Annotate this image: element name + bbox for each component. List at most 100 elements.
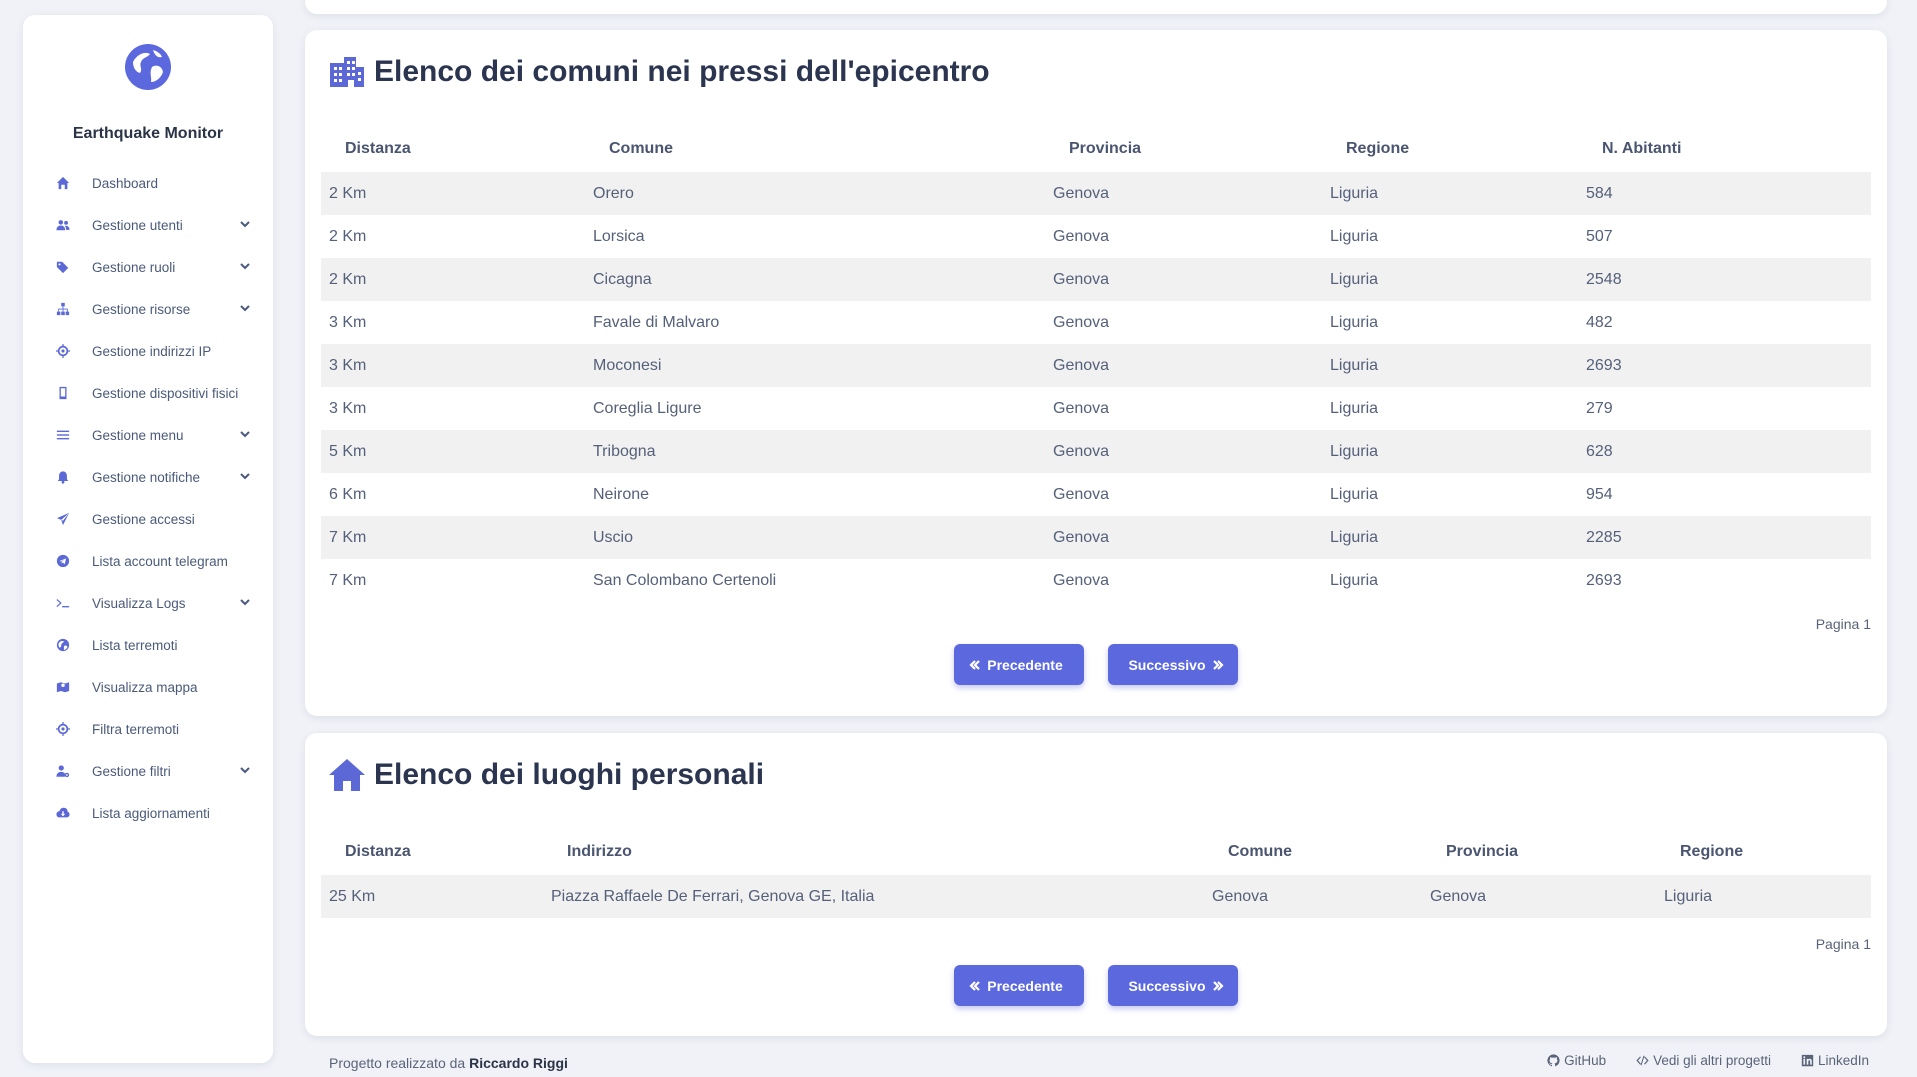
sidebar-item-filtra-terremoti[interactable]: Filtra terremoti bbox=[23, 708, 273, 750]
column-header-indirizzo[interactable]: Indirizzo bbox=[543, 829, 1204, 875]
chevron-down-icon[interactable] bbox=[239, 470, 251, 482]
comuni-title: Elenco dei comuni nei pressi dell'epicen… bbox=[328, 55, 990, 89]
cell-regione: Liguria bbox=[1322, 516, 1578, 559]
footer-links: GitHub Vedi gli altri progetti LinkedIn bbox=[1547, 1053, 1869, 1068]
sidebar-item-gestione-filtri[interactable]: Gestione filtri bbox=[23, 750, 273, 792]
cell-comune: Coreglia Ligure bbox=[593, 399, 702, 417]
table-row: 3 Km Favale di Malvaro Genova Liguria 482 bbox=[321, 301, 1871, 344]
column-header-regione[interactable]: Regione bbox=[1656, 829, 1871, 875]
other-projects-label: Vedi gli altri progetti bbox=[1653, 1053, 1771, 1068]
cell-regione: Liguria bbox=[1322, 344, 1578, 387]
cell-abitanti: 2693 bbox=[1578, 344, 1871, 387]
sidebar-item-label: Gestione dispositivi fisici bbox=[92, 385, 239, 401]
table-row: 7 Km Uscio Genova Liguria 2285 bbox=[321, 516, 1871, 559]
chevron-down-icon[interactable] bbox=[239, 596, 251, 608]
footer-prefix: Progetto realizzato da bbox=[329, 1055, 466, 1071]
cell-provincia: Genova bbox=[1045, 516, 1322, 559]
column-header-abitanti[interactable]: N. Abitanti bbox=[1578, 126, 1871, 172]
chevron-down-icon[interactable] bbox=[239, 218, 251, 230]
sidebar-item-gestione-dispositivi-fisici[interactable]: Gestione dispositivi fisici bbox=[23, 372, 273, 414]
table-row: 2 Km Cicagna Genova Liguria 2548 bbox=[321, 258, 1871, 301]
sidebar-item-gestione-indirizzi-ip[interactable]: Gestione indirizzi IP bbox=[23, 330, 273, 372]
table-header-row: Distanza Comune Provincia Regione N. Abi… bbox=[321, 126, 1871, 172]
sidebar-item-gestione-accessi[interactable]: Gestione accessi bbox=[23, 498, 273, 540]
sidebar-item-label: Visualizza Logs bbox=[92, 595, 186, 611]
sidebar-item-lista-aggiornamenti[interactable]: Lista aggiornamenti bbox=[23, 792, 273, 834]
bars-icon bbox=[55, 427, 71, 443]
code-icon bbox=[1636, 1055, 1649, 1066]
double-chevron-right-icon bbox=[1212, 659, 1224, 670]
sidebar-item-visualizza-logs[interactable]: Visualizza Logs bbox=[23, 582, 273, 624]
next-page-button[interactable]: Successivo bbox=[1108, 644, 1238, 685]
cell-provincia: Genova bbox=[1053, 227, 1110, 245]
globe-icon bbox=[55, 637, 71, 653]
earth-globe-logo-icon[interactable] bbox=[123, 42, 173, 92]
chevron-down-icon[interactable] bbox=[239, 428, 251, 440]
column-header-distanza[interactable]: Distanza bbox=[321, 126, 585, 172]
footer-author-link[interactable]: Riccardo Riggi bbox=[469, 1055, 568, 1071]
footer: Progetto realizzato da Riccardo Riggi Gi… bbox=[329, 1053, 1869, 1071]
table-row: 3 Km Coreglia Ligure Genova Liguria 279 bbox=[321, 387, 1871, 430]
map-icon bbox=[55, 679, 71, 695]
next-page-button[interactable]: Successivo bbox=[1108, 965, 1238, 1006]
prev-page-button[interactable]: Precedente bbox=[954, 965, 1084, 1006]
column-header-regione[interactable]: Regione bbox=[1322, 126, 1578, 172]
linkedin-link[interactable]: LinkedIn bbox=[1801, 1053, 1869, 1068]
double-chevron-right-icon bbox=[1212, 980, 1224, 991]
sidebar-item-gestione-risorse[interactable]: Gestione risorse bbox=[23, 288, 273, 330]
column-header-provincia[interactable]: Provincia bbox=[1045, 126, 1322, 172]
sidebar-item-lista-terremoti[interactable]: Lista terremoti bbox=[23, 624, 273, 666]
table-row: 3 Km Moconesi Genova Liguria 2693 bbox=[321, 344, 1871, 387]
sidebar-item-dashboard[interactable]: Dashboard bbox=[23, 162, 273, 204]
column-header-provincia[interactable]: Provincia bbox=[1422, 829, 1656, 875]
sidebar-item-visualizza-mappa[interactable]: Visualizza mappa bbox=[23, 666, 273, 708]
chevron-down-icon[interactable] bbox=[239, 302, 251, 314]
sidebar-item-gestione-utenti[interactable]: Gestione utenti bbox=[23, 204, 273, 246]
cell-provincia: Genova bbox=[1045, 430, 1322, 473]
paper-plane-icon bbox=[55, 511, 71, 527]
sidebar-item-gestione-menu[interactable]: Gestione menu bbox=[23, 414, 273, 456]
sidebar-item-label: Gestione ruoli bbox=[92, 259, 176, 275]
sidebar-item-gestione-ruoli[interactable]: Gestione ruoli bbox=[23, 246, 273, 288]
column-header-comune[interactable]: Comune bbox=[585, 126, 1045, 172]
column-header-comune[interactable]: Comune bbox=[1204, 829, 1422, 875]
luoghi-table: Distanza Indirizzo Comune Provincia Regi… bbox=[321, 829, 1871, 918]
luoghi-card: Elenco dei luoghi personali Distanza Ind… bbox=[305, 733, 1887, 1036]
cell-comune: Tribogna bbox=[585, 430, 1045, 473]
sidebar-item-label: Gestione indirizzi IP bbox=[92, 343, 212, 359]
github-link[interactable]: GitHub bbox=[1547, 1053, 1606, 1068]
sidebar-item-lista-account-telegram[interactable]: Lista account telegram bbox=[23, 540, 273, 582]
cell-distanza: 3 Km bbox=[329, 313, 367, 331]
other-projects-link[interactable]: Vedi gli altri progetti bbox=[1636, 1053, 1771, 1068]
sidebar-item-gestione-notifiche[interactable]: Gestione notifiche bbox=[23, 456, 273, 498]
crosshair-icon bbox=[55, 343, 71, 359]
cell-indirizzo: Piazza Raffaele De Ferrari, Genova GE, I… bbox=[543, 875, 1204, 918]
cell-abitanti: 507 bbox=[1586, 227, 1613, 245]
cell-regione: Liguria bbox=[1322, 258, 1578, 301]
sitemap-icon bbox=[55, 301, 71, 317]
chevron-down-icon[interactable] bbox=[239, 764, 251, 776]
linkedin-icon bbox=[1801, 1054, 1814, 1067]
sidebar-item-label: Filtra terremoti bbox=[92, 721, 180, 737]
sidebar: Earthquake Monitor Dashboard Gestione ut… bbox=[23, 15, 273, 1063]
table-row: 6 Km Neirone Genova Liguria 954 bbox=[321, 473, 1871, 516]
prev-page-button[interactable]: Precedente bbox=[954, 644, 1084, 685]
bell-icon bbox=[55, 469, 71, 485]
mobile-icon bbox=[55, 385, 71, 401]
chevron-down-icon[interactable] bbox=[239, 260, 251, 272]
sidebar-item-label: Lista aggiornamenti bbox=[92, 805, 210, 821]
cell-regione: Liguria bbox=[1656, 875, 1871, 918]
cell-abitanti: 2693 bbox=[1586, 571, 1622, 589]
column-header-distanza[interactable]: Distanza bbox=[321, 829, 543, 875]
cell-distanza: 7 Km bbox=[321, 516, 585, 559]
cell-comune: Favale di Malvaro bbox=[593, 313, 720, 331]
cell-distanza: 2 Km bbox=[329, 227, 367, 245]
cell-provincia: Genova bbox=[1045, 344, 1322, 387]
cell-regione: Liguria bbox=[1330, 313, 1379, 331]
cell-distanza: 3 Km bbox=[321, 344, 585, 387]
cell-abitanti: 628 bbox=[1578, 430, 1871, 473]
luoghi-title: Elenco dei luoghi personali bbox=[328, 758, 764, 792]
sidebar-item-label: Gestione accessi bbox=[92, 511, 195, 527]
linkedin-label: LinkedIn bbox=[1817, 1053, 1869, 1068]
luoghi-title-text: Elenco dei luoghi personali bbox=[374, 758, 765, 791]
